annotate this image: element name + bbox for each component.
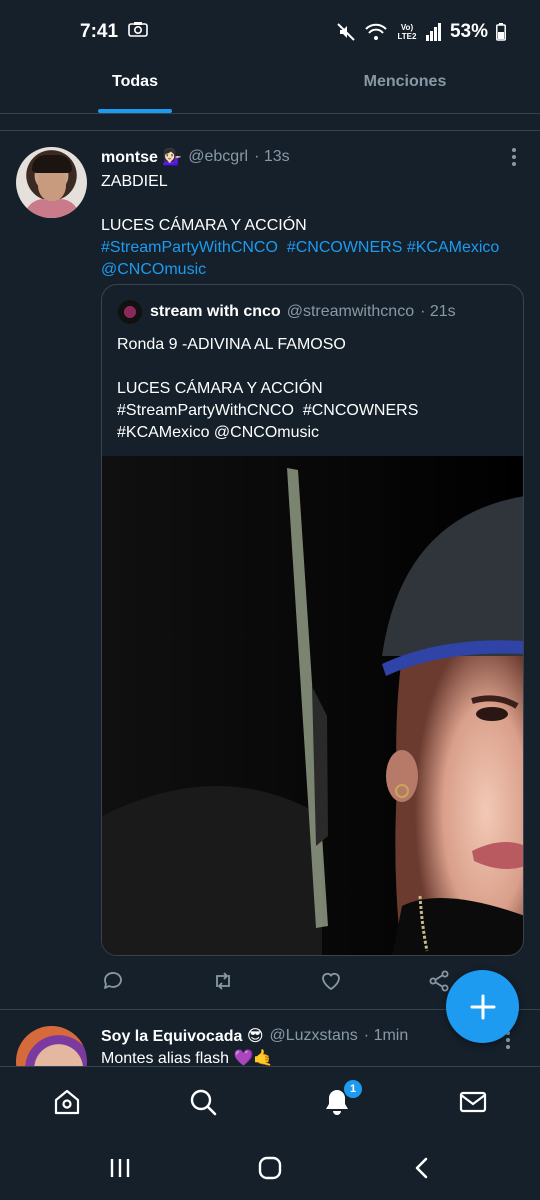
camera-icon bbox=[128, 21, 148, 43]
share-icon[interactable] bbox=[427, 969, 451, 993]
signal-icon bbox=[425, 23, 442, 41]
author-name[interactable]: montse 💁🏻‍♀️ bbox=[101, 147, 182, 167]
messages-icon[interactable] bbox=[458, 1087, 488, 1117]
tab-menciones[interactable]: Menciones bbox=[270, 64, 540, 113]
hashtag-links[interactable]: #StreamPartyWithCNCO #CNCOWNERS #KCAMexi… bbox=[101, 237, 526, 259]
mention-link[interactable]: @CNCOmusic bbox=[101, 259, 526, 281]
notifications-tabs: Todas Menciones bbox=[0, 64, 540, 114]
avatar[interactable] bbox=[16, 147, 87, 218]
recent-apps-icon[interactable] bbox=[108, 1156, 132, 1185]
quoted-author-handle: @streamwithcnco bbox=[286, 303, 415, 320]
quoted-tweet-header: stream with cnco @streamwithcnco · 21s bbox=[118, 300, 456, 324]
tweet-line: ZABDIEL bbox=[101, 173, 168, 190]
tweet-header: Soy la Equivocada 😎 @Luzxstans · 1min bbox=[101, 1026, 408, 1046]
network-label: Vo) LTE2 bbox=[397, 23, 417, 41]
status-time: 7:41 bbox=[80, 21, 119, 42]
bottom-navigation: 1 bbox=[0, 1066, 540, 1136]
mute-icon bbox=[336, 22, 356, 42]
quoted-tweet-text: Ronda 9 -ADIVINA AL FAMOSO LUCES CÁMARA … bbox=[117, 334, 517, 444]
tweet-time: · 1min bbox=[363, 1027, 409, 1044]
quoted-line: Ronda 9 -ADIVINA AL FAMOSO bbox=[117, 336, 346, 353]
tweet-text: Montes alias flash 💜🤙 bbox=[101, 1050, 274, 1066]
quoted-tweet-time: · 21s bbox=[420, 303, 456, 320]
back-icon[interactable] bbox=[410, 1156, 434, 1185]
quoted-avatar bbox=[118, 300, 142, 324]
battery-icon bbox=[496, 23, 506, 41]
plus-icon bbox=[470, 994, 495, 1019]
author-name[interactable]: Soy la Equivocada 😎 bbox=[101, 1026, 264, 1046]
more-options-icon[interactable] bbox=[506, 145, 522, 169]
quoted-line: LUCES CÁMARA Y ACCIÓN bbox=[117, 380, 323, 397]
author-handle[interactable]: @Luzxstans bbox=[270, 1027, 358, 1045]
reply-icon[interactable] bbox=[101, 969, 125, 993]
tweet-line: LUCES CÁMARA Y ACCIÓN bbox=[101, 217, 307, 234]
tab-todas-label: Todas bbox=[112, 73, 158, 90]
avatar[interactable] bbox=[16, 1026, 87, 1066]
compose-tweet-button[interactable] bbox=[446, 970, 519, 1043]
active-tab-indicator bbox=[98, 109, 172, 113]
quoted-tweet[interactable]: stream with cnco @streamwithcnco · 21s R… bbox=[101, 284, 524, 956]
search-icon[interactable] bbox=[188, 1087, 218, 1117]
tweet[interactable]: montse 💁🏻‍♀️ @ebcgrl · 13s ZABDIEL LUCES… bbox=[0, 131, 540, 1009]
tweet-text: ZABDIEL LUCES CÁMARA Y ACCIÓN #StreamPar… bbox=[101, 171, 526, 281]
status-bar: 7:41 Vo) LTE2 53% bbox=[0, 0, 540, 64]
tab-menciones-label: Menciones bbox=[363, 73, 447, 90]
home-button-icon[interactable] bbox=[257, 1156, 283, 1185]
tweet-time: · 13s bbox=[254, 148, 290, 165]
system-navigation bbox=[0, 1136, 540, 1200]
home-icon[interactable] bbox=[52, 1087, 82, 1117]
quoted-line: #KCAMexico @CNCOmusic bbox=[117, 424, 320, 441]
tweet-header: montse 💁🏻‍♀️ @ebcgrl · 13s bbox=[101, 147, 290, 167]
tweet-actions bbox=[101, 969, 461, 999]
author-handle[interactable]: @ebcgrl bbox=[188, 148, 248, 166]
quoted-line: #StreamPartyWithCNCO #CNCOWNERS bbox=[117, 402, 419, 419]
quoted-media-image[interactable] bbox=[102, 456, 523, 955]
retweet-icon[interactable] bbox=[211, 969, 235, 993]
quoted-author-name: stream with cnco bbox=[150, 303, 281, 320]
battery-percent: 53% bbox=[449, 21, 488, 42]
like-icon[interactable] bbox=[319, 969, 343, 993]
tab-todas[interactable]: Todas bbox=[0, 64, 270, 113]
notification-badge: 1 bbox=[344, 1080, 362, 1098]
wifi-icon bbox=[364, 22, 388, 42]
